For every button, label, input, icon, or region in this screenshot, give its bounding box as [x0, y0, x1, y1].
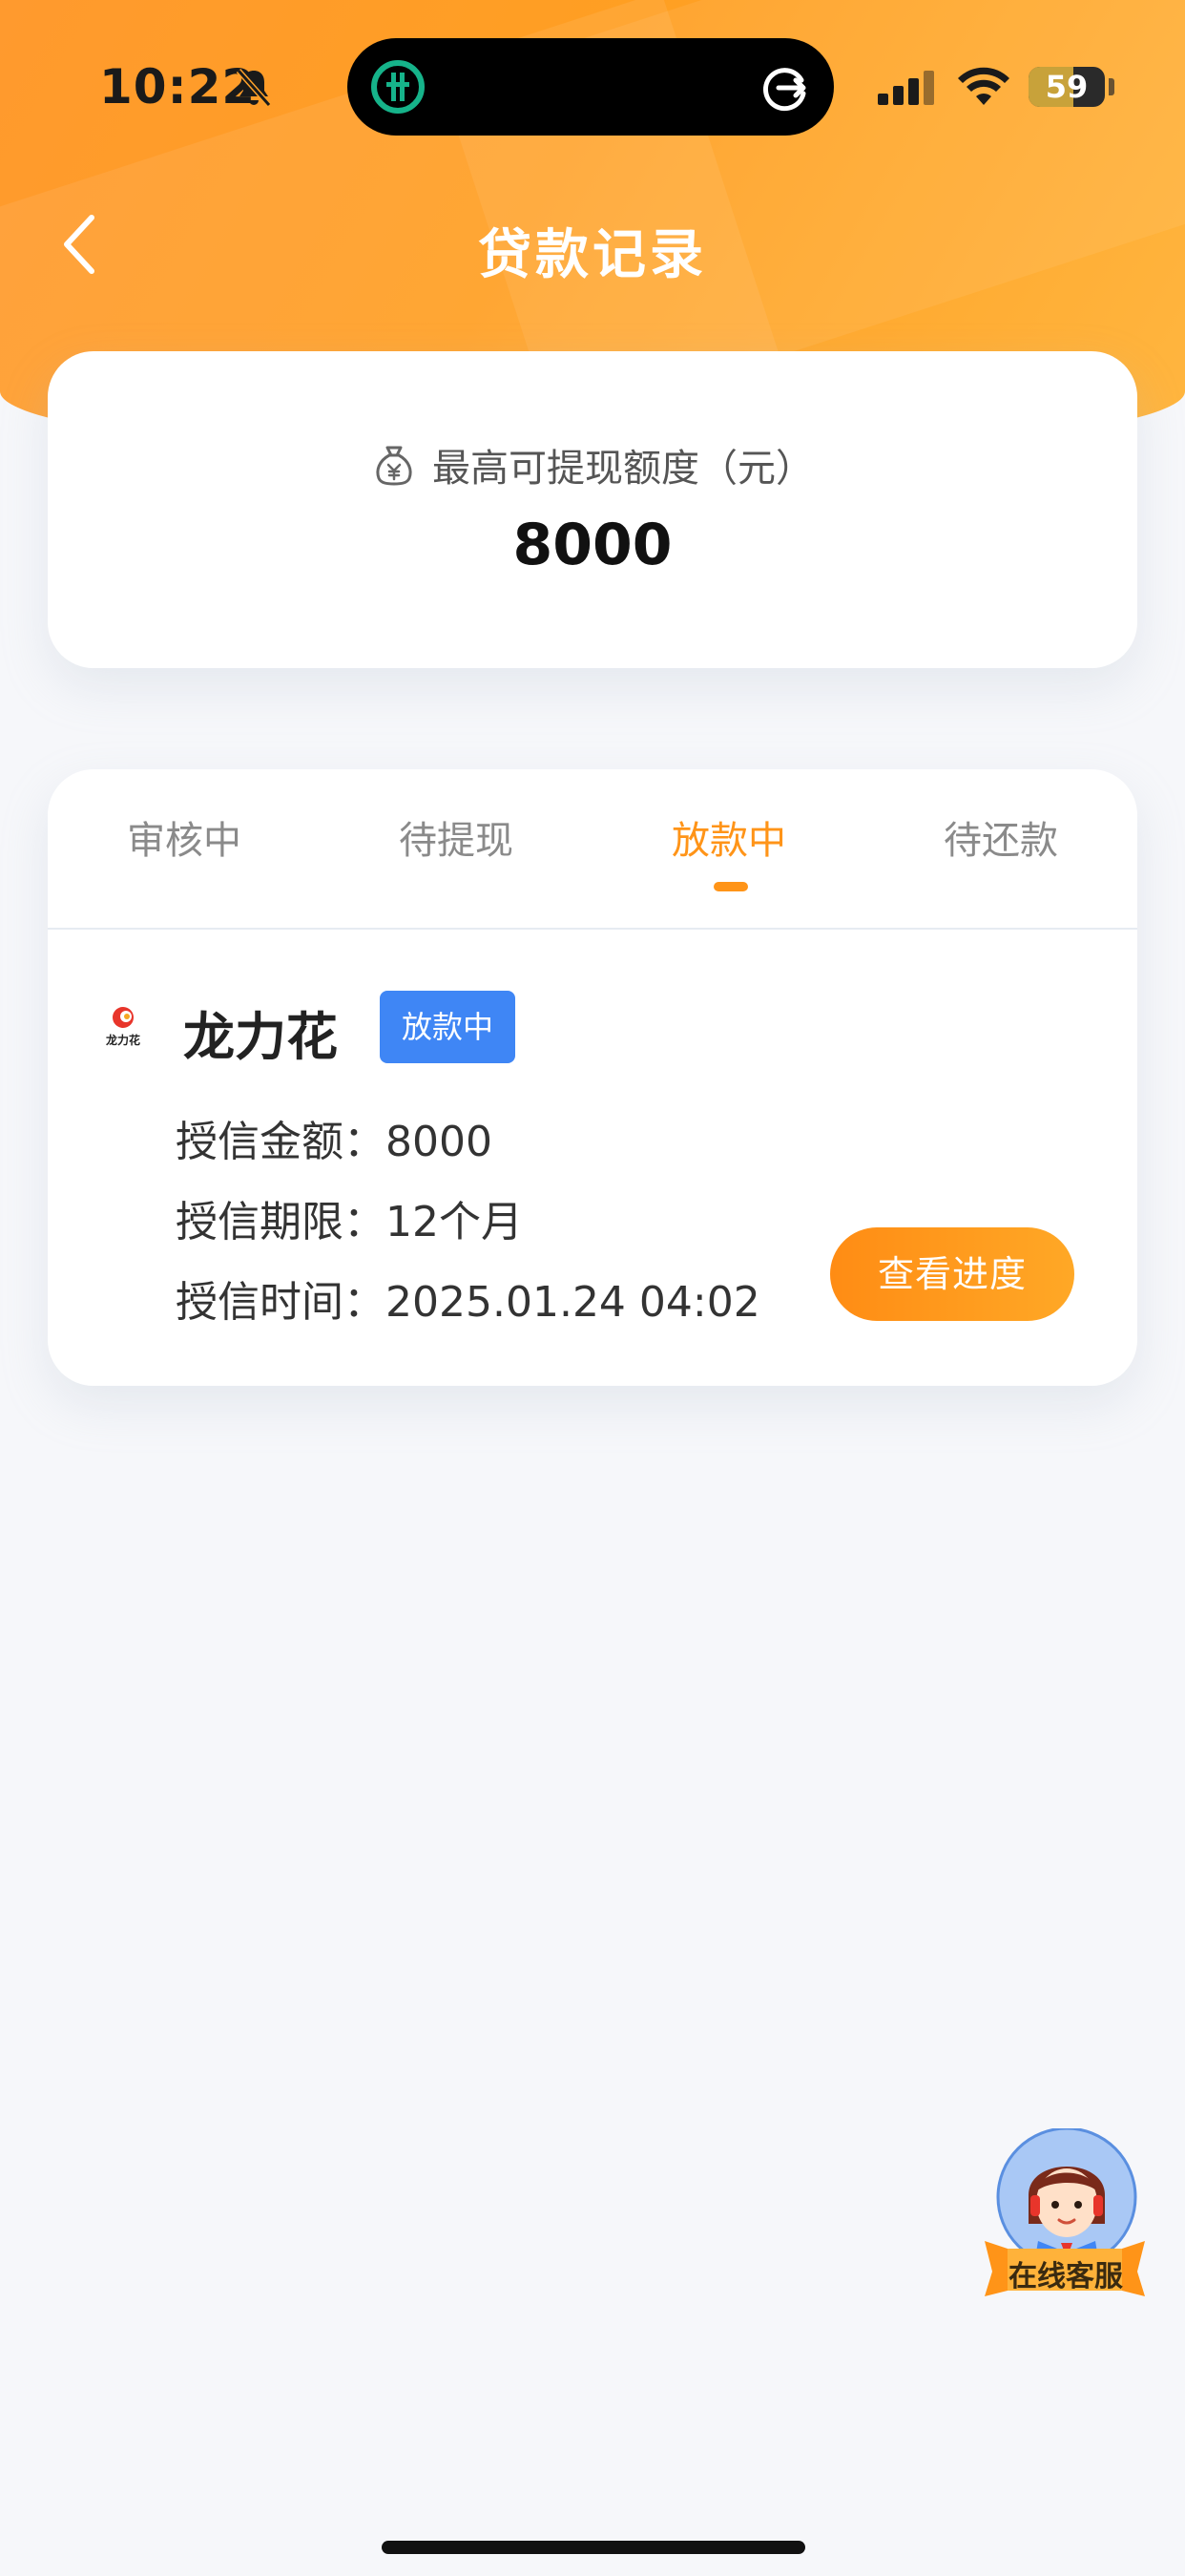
credit-amount-value: 8000 — [385, 1118, 492, 1166]
tab-pending-repayment[interactable]: 待还款 — [864, 809, 1137, 865]
online-service-button[interactable]: 在线客服 — [981, 2126, 1149, 2312]
quota-value: 8000 — [512, 512, 673, 578]
view-progress-button[interactable]: 查看进度 — [830, 1227, 1074, 1321]
signal-icon — [878, 71, 934, 105]
status-badge: 放款中 — [380, 991, 515, 1063]
credit-time-value: 2025.01.24 04:02 — [385, 1278, 760, 1327]
page-title: 贷款记录 — [478, 224, 707, 286]
credit-term-row: 授信期限：12个月 — [176, 1187, 523, 1248]
app-logo-icon — [371, 60, 425, 114]
battery-percent: 59 — [1045, 69, 1089, 105]
home-indicator — [382, 2541, 805, 2554]
credit-amount-row: 授信金额：8000 — [176, 1107, 492, 1168]
status-tabs: 审核中 待提现 放款中 待还款 — [48, 769, 1137, 930]
quota-label: 最高可提现额度（元） — [432, 447, 814, 491]
active-tab-indicator — [714, 882, 748, 891]
tab-disbursing[interactable]: 放款中 — [592, 809, 865, 865]
brand-name: 龙力花 — [183, 1007, 338, 1067]
credit-time-row: 授信时间：2025.01.24 04:02 — [176, 1267, 760, 1329]
wifi-icon — [958, 67, 1009, 105]
money-bag-icon — [376, 446, 412, 486]
credit-term-label: 授信期限： — [176, 1198, 385, 1246]
brand-logo: 龙力花 — [106, 1007, 140, 1047]
status-time: 10:22 — [99, 59, 257, 115]
quota-label-row: 最高可提现额度（元） — [48, 437, 1137, 492]
credit-time-label: 授信时间： — [176, 1278, 385, 1327]
dynamic-island — [347, 38, 834, 136]
battery-cap — [1109, 78, 1114, 95]
brand-logo-text: 龙力花 — [106, 1033, 140, 1047]
credit-term-value: 12个月 — [385, 1198, 523, 1246]
rotate-icon — [763, 68, 806, 112]
bell-slash-icon — [236, 69, 272, 107]
credit-amount-label: 授信金额： — [176, 1118, 385, 1166]
online-service-label: 在线客服 — [1008, 2260, 1123, 2293]
loan-list-card: 审核中 待提现 放款中 待还款 龙力花 龙力花 放款中 授信金额：8000 授信… — [48, 769, 1137, 1386]
tab-pending-withdraw[interactable]: 待提现 — [320, 809, 592, 865]
quota-card: 最高可提现额度（元） 8000 — [48, 351, 1137, 668]
battery-icon: 59 — [1029, 67, 1105, 107]
tab-reviewing[interactable]: 审核中 — [48, 809, 321, 865]
